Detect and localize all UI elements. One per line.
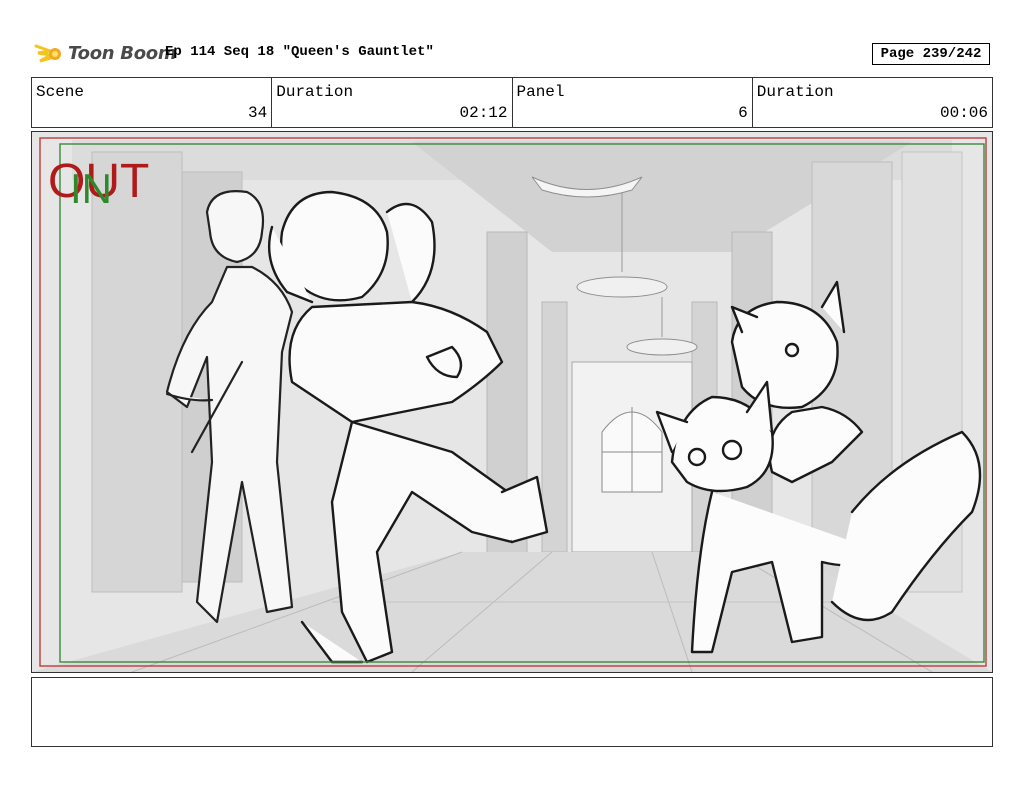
scene-duration-label: Duration bbox=[276, 83, 354, 101]
panel-value: 6 bbox=[738, 104, 748, 122]
panel-cell: Panel 6 bbox=[513, 78, 753, 127]
panel-label: Panel bbox=[516, 83, 565, 101]
panel-duration-label: Duration bbox=[756, 83, 834, 101]
scene-info-bar: Scene 34 Duration 02:12 Panel 6 Duration… bbox=[31, 77, 993, 128]
toon-boom-logo: Toon Boom bbox=[34, 38, 177, 68]
scene-cell: Scene 34 bbox=[32, 78, 273, 127]
panel-notes-box bbox=[31, 677, 993, 747]
scene-value: 34 bbox=[248, 104, 268, 122]
panel-duration-cell: Duration 00:06 bbox=[753, 78, 992, 127]
storyboard-panel: OUT IN bbox=[31, 131, 993, 673]
in-frame-label: IN bbox=[70, 165, 112, 212]
panel-duration-value: 00:06 bbox=[939, 104, 988, 122]
scene-label: Scene bbox=[36, 83, 85, 101]
burst-logo-icon bbox=[34, 44, 61, 63]
sequence-title: Ep 114 Seq 18 "Queen's Gauntlet" bbox=[165, 44, 434, 60]
page-number: Page 239/242 bbox=[872, 43, 990, 65]
scene-duration-cell: Duration 02:12 bbox=[272, 78, 513, 127]
scene-duration-value: 02:12 bbox=[459, 104, 508, 122]
storyboard-sketch: OUT IN bbox=[32, 132, 992, 672]
logo-text: Toon Boom bbox=[68, 42, 177, 64]
